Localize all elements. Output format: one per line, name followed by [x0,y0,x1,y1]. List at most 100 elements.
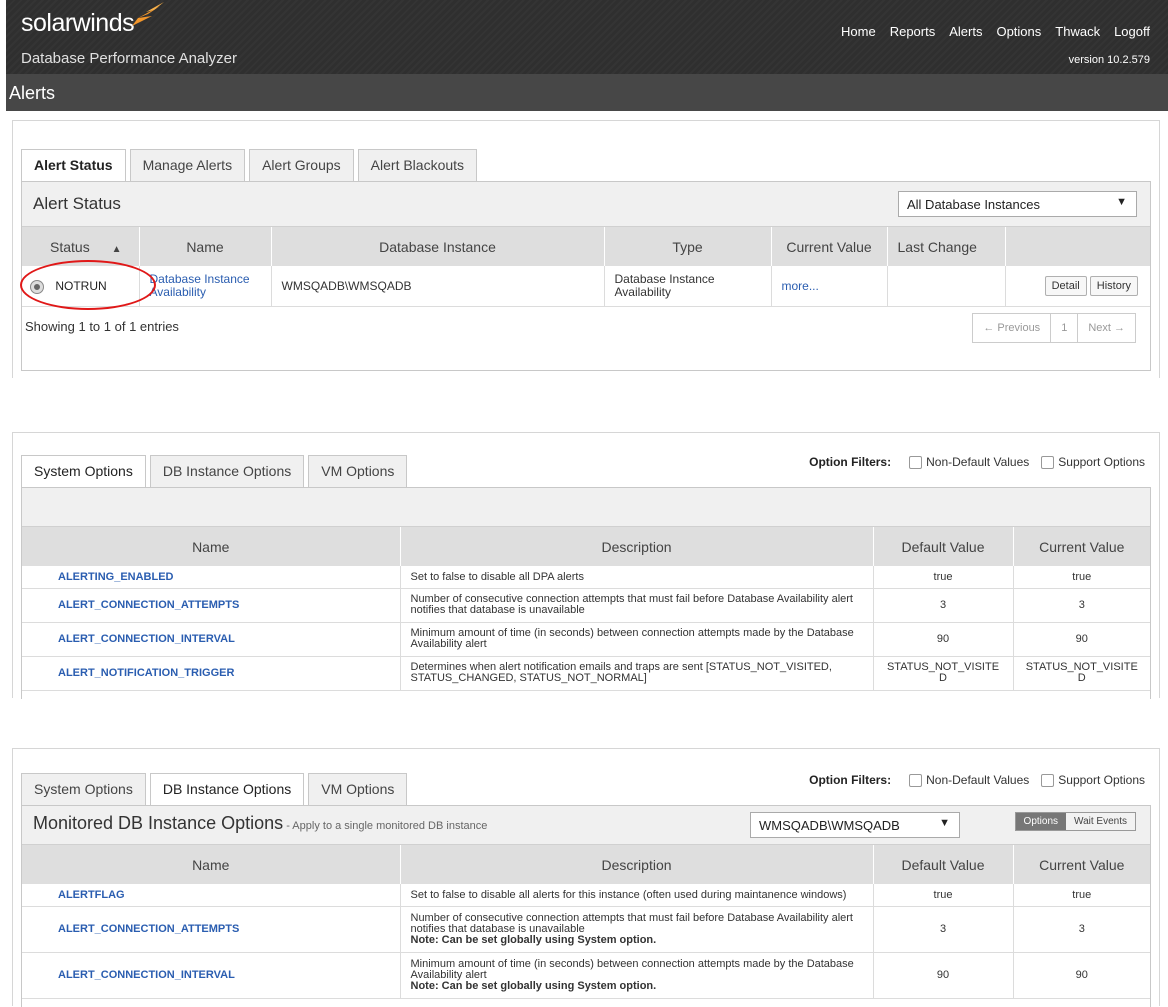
col-type[interactable]: Type [604,227,772,266]
toggle-options-button[interactable]: Options [1015,813,1067,830]
version-label: version 10.2.579 [1068,54,1150,66]
col-description[interactable]: Description [400,845,874,884]
option-current-value[interactable]: 90 [1013,952,1150,999]
col-name[interactable]: Name [139,227,272,266]
tab-vm-options[interactable]: VM Options [308,455,408,487]
nav-options[interactable]: Options [996,24,1041,39]
table-row: ALERTING_ENABLED Set to false to disable… [22,566,1150,589]
current-value-cell: more... [771,266,888,307]
system-options-table: Name Description Default Value Current V… [22,527,1150,691]
option-default-value: 90 [873,952,1014,999]
non-default-checkbox[interactable] [909,455,923,469]
product-name: Database Performance Analyzer [21,50,237,67]
col-name[interactable]: Name [22,527,401,566]
col-description[interactable]: Description [400,527,874,566]
option-name-link[interactable]: ALERT_CONNECTION_INTERVAL [22,622,401,657]
tab-alert-groups[interactable]: Alert Groups [249,149,354,181]
db-options-subtitle: - Apply to a single monitored DB instanc… [283,820,488,832]
col-current-value[interactable]: Current Value [1013,845,1150,884]
option-default-value: 90 [873,622,1014,657]
system-options-header [22,488,1150,527]
option-current-value[interactable]: 3 [1013,588,1150,623]
option-current-value[interactable]: true [1013,884,1150,907]
tab-vm-options[interactable]: VM Options [308,773,408,805]
pager-previous[interactable]: ← Previous [973,314,1052,342]
option-current-value[interactable]: 90 [1013,622,1150,657]
db-instance-options-panel: System Options DB Instance Options VM Op… [12,748,1160,1007]
tab-manage-alerts[interactable]: Manage Alerts [129,149,246,181]
non-default-checkbox[interactable] [909,773,923,787]
table-header-row: Name Description Default Value Current V… [22,527,1150,566]
col-current-value[interactable]: Current Value [771,227,888,266]
option-name-link[interactable]: ALERT_CONNECTION_INTERVAL [22,952,401,999]
db-options-section: Monitored DB Instance Options - Apply to… [21,805,1151,1007]
option-description: Minimum amount of time (in seconds) betw… [410,957,854,981]
option-filters-label: Option Filters: [809,773,892,787]
alert-status-title: Alert Status [33,194,121,213]
support-options-checkbox[interactable] [1041,773,1055,787]
non-default-label: Non-Default Values [926,773,1030,787]
col-default-value[interactable]: Default Value [873,527,1014,566]
alert-name-link[interactable]: Database Instance Availability [150,272,250,299]
actions-cell: Detail History [1005,266,1150,307]
last-change-cell [887,266,1006,307]
entries-info: Showing 1 to 1 of 1 entries [25,319,179,334]
pager-next[interactable]: Next → [1078,314,1135,342]
db-instance-value: WMSQADB\WMSQADB [759,818,900,833]
option-current-value[interactable]: STATUS_NOT_VISITE D [1013,656,1150,691]
col-database-instance[interactable]: Database Instance [271,227,605,266]
toggle-wait-events-button[interactable]: Wait Events [1066,813,1135,830]
table-row: ALERT_CONNECTION_ATTEMPTS Number of cons… [22,906,1150,953]
tab-system-options[interactable]: System Options [21,455,146,487]
table-row: ALERT_CONNECTION_INTERVAL Minimum amount… [22,952,1150,999]
nav-home[interactable]: Home [841,24,876,39]
detail-button[interactable]: Detail [1044,275,1087,296]
col-name[interactable]: Name [22,845,401,884]
col-last-change[interactable]: Last Change [887,227,1006,266]
nav-logoff[interactable]: Logoff [1114,24,1150,39]
option-name-link[interactable]: ALERT_CONNECTION_ATTEMPTS [22,906,401,953]
instance-filter-select[interactable]: All Database Instances ▼ [898,191,1137,217]
table-row: ALERTFLAG Set to false to disable all al… [22,884,1150,907]
support-options-checkbox[interactable] [1041,455,1055,469]
option-current-value[interactable]: 3 [1013,906,1150,953]
nav-reports[interactable]: Reports [890,24,936,39]
option-description-cell: Minimum amount of time (in seconds) betw… [400,952,874,999]
highlight-annotation [20,260,156,310]
option-description: Number of consecutive connection attempt… [410,911,853,935]
alert-status-section: Alert Status All Database Instances ▼ St… [21,181,1151,371]
col-current-value[interactable]: Current Value [1013,527,1150,566]
option-name-link[interactable]: ALERTFLAG [22,884,401,907]
type-cell: Database Instance Availability [604,266,772,307]
db-instance-select[interactable]: WMSQADB\WMSQADB ▼ [750,812,960,838]
option-name-link[interactable]: ALERT_CONNECTION_ATTEMPTS [22,588,401,623]
table-row: ALERT_NOTIFICATION_TRIGGER Determines wh… [22,656,1150,691]
option-name-link[interactable]: ALERTING_ENABLED [22,566,401,589]
col-default-value[interactable]: Default Value [873,845,1014,884]
option-name-link[interactable]: ALERT_NOTIFICATION_TRIGGER [22,656,401,691]
option-description: Set to false to disable all DPA alerts [400,566,874,589]
table-header-row: Name Description Default Value Current V… [22,845,1150,884]
more-link[interactable]: more... [782,279,819,293]
option-default-value: true [873,884,1014,907]
tab-db-instance-options[interactable]: DB Instance Options [149,455,305,487]
option-filters: Option Filters: Non-Default Values Suppo… [809,773,1145,787]
solarwinds-flame-icon [132,2,164,26]
nav-alerts[interactable]: Alerts [949,24,982,39]
chevron-down-icon: ▼ [1116,196,1127,208]
tab-system-options[interactable]: System Options [21,773,146,805]
tab-db-instance-options[interactable]: DB Instance Options [149,773,305,805]
history-button[interactable]: History [1089,275,1138,296]
col-status-label: Status [50,238,90,255]
tab-alert-status[interactable]: Alert Status [21,149,126,181]
db-options-table: Name Description Default Value Current V… [22,845,1150,999]
option-note: Note: Can be set globally using System o… [410,979,657,992]
brand-logo-text: solarwinds [21,9,135,37]
nav-thwack[interactable]: Thwack [1055,24,1100,39]
pager-page-1[interactable]: 1 [1051,314,1079,342]
alert-status-header: Alert Status All Database Instances ▼ [22,182,1150,227]
option-current-value[interactable]: true [1013,566,1150,589]
option-default-value: 3 [873,906,1014,953]
tab-alert-blackouts[interactable]: Alert Blackouts [357,149,478,181]
option-description-cell: Number of consecutive connection attempt… [400,906,874,953]
